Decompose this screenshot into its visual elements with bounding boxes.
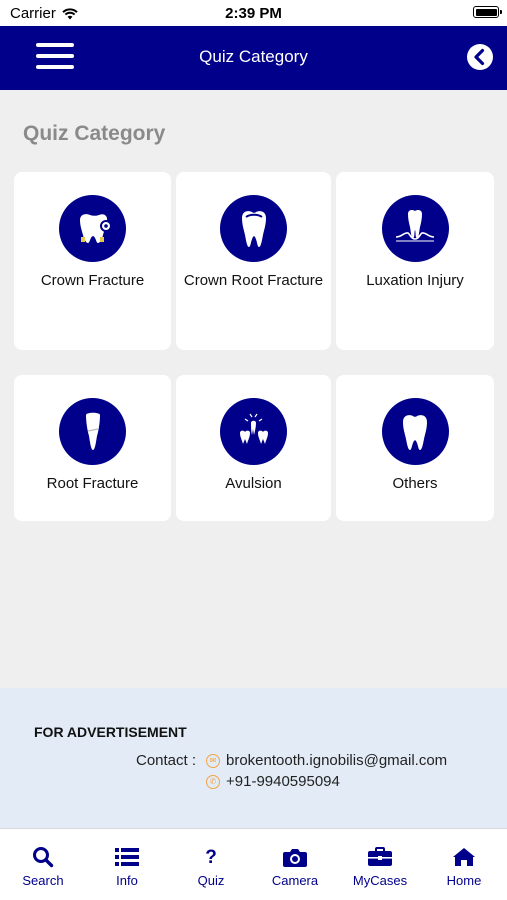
category-label: Crown Root Fracture <box>183 272 324 289</box>
tab-camera[interactable]: Camera <box>253 845 337 888</box>
advertisement-title: FOR ADVERTISEMENT <box>34 724 187 740</box>
contact-phone-row[interactable]: ✆ +91-9940595094 <box>206 773 340 790</box>
tab-search[interactable]: Search <box>1 845 85 888</box>
tab-quiz[interactable]: ? Quiz <box>169 845 253 888</box>
list-icon <box>115 848 139 866</box>
email-icon: ✉ <box>206 753 220 768</box>
category-card-crown-root-fracture[interactable]: Crown Root Fracture <box>176 172 331 350</box>
page-title: Quiz Category <box>23 122 166 145</box>
question-icon: ? <box>205 847 217 868</box>
category-label: Avulsion <box>225 475 282 492</box>
advertisement-banner: FOR ADVERTISEMENT Contact : ✉ brokentoot… <box>0 688 507 828</box>
back-arrow-icon[interactable] <box>466 43 494 71</box>
status-bar: Carrier 2:39 PM <box>0 0 507 26</box>
tab-label: Quiz <box>197 873 225 888</box>
tooth-icon <box>381 398 449 465</box>
category-card-crown-fracture[interactable]: Crown Fracture <box>14 172 171 350</box>
category-label: Luxation Injury <box>366 272 464 289</box>
home-icon <box>453 848 475 866</box>
contact-email[interactable]: brokentooth.ignobilis@gmail.com <box>226 752 447 769</box>
battery-icon <box>473 6 502 18</box>
luxation-tooth-icon <box>381 195 449 262</box>
tab-home[interactable]: Home <box>422 845 506 888</box>
tab-info[interactable]: Info <box>85 845 169 888</box>
category-card-others[interactable]: Others <box>336 375 494 521</box>
tab-label: Search <box>22 873 64 888</box>
tab-mycases[interactable]: MyCases <box>338 845 422 888</box>
search-icon <box>33 847 54 868</box>
tab-label: Home <box>446 873 482 888</box>
status-time: 2:39 PM <box>225 5 282 22</box>
svg-text:?: ? <box>205 847 217 868</box>
tab-label: Info <box>116 873 138 888</box>
crown-fracture-tooth-icon <box>59 195 126 262</box>
category-card-root-fracture[interactable]: Root Fracture <box>14 375 171 521</box>
avulsion-tooth-icon <box>220 398 287 465</box>
category-label: Others <box>392 475 438 492</box>
nav-title: Quiz Category <box>199 47 308 66</box>
nav-bar: Quiz Category <box>0 26 507 90</box>
root-fracture-tooth-icon <box>59 398 126 465</box>
tab-bar: Search Info ? Quiz Camera MyCases Home <box>0 828 507 900</box>
contact-phone[interactable]: +91-9940595094 <box>226 773 340 790</box>
contact-label: Contact : <box>136 752 197 769</box>
phone-icon: ✆ <box>206 774 220 789</box>
category-label: Crown Fracture <box>40 272 145 289</box>
crown-root-fracture-tooth-icon <box>220 195 287 262</box>
category-card-avulsion[interactable]: Avulsion <box>176 375 331 521</box>
category-card-luxation-injury[interactable]: Luxation Injury <box>336 172 494 350</box>
tab-label: MyCases <box>352 873 408 888</box>
camera-icon <box>283 849 307 867</box>
contact-email-row[interactable]: ✉ brokentooth.ignobilis@gmail.com <box>206 752 447 769</box>
briefcase-icon <box>368 847 392 866</box>
category-label: Root Fracture <box>46 475 139 492</box>
tab-label: Camera <box>271 873 319 888</box>
